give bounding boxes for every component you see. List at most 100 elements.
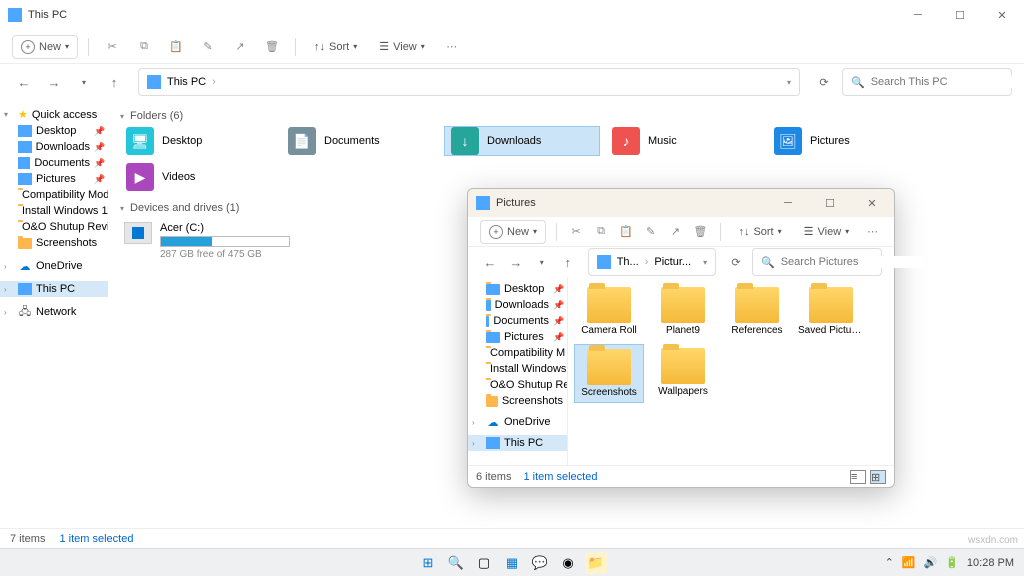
recent-button[interactable]: ▾	[72, 78, 96, 87]
child-close-button[interactable]: ✕	[858, 197, 886, 210]
start-icon[interactable]: ⊞	[417, 552, 439, 574]
widgets-icon[interactable]: ▦	[501, 552, 523, 574]
child-view-button[interactable]: ☰ View ▾	[796, 221, 858, 242]
folder-pictures[interactable]: 🖼Pictures	[768, 126, 924, 156]
this-pc-icon	[8, 8, 22, 22]
sidebar-item[interactable]: Downloads📌	[0, 139, 108, 155]
search-taskbar-icon[interactable]: 🔍	[445, 552, 467, 574]
sidebar-item[interactable]: Pictures📌	[0, 171, 108, 187]
folder-downloads[interactable]: ↓Downloads	[444, 126, 600, 156]
folders-group-header[interactable]: ▾Folders (6)	[120, 110, 1012, 122]
child-address-bar[interactable]: Th... › Pictur... ▾	[588, 248, 716, 276]
search-box[interactable]: 🔍	[842, 68, 1012, 96]
taskview-icon[interactable]: ▢	[473, 552, 495, 574]
refresh-button[interactable]: ⟳	[726, 256, 746, 269]
child-sidebar-onedrive[interactable]: ›☁OneDrive	[468, 413, 567, 431]
child-sidebar-item[interactable]: Screenshots	[468, 393, 567, 409]
drive-c[interactable]: Acer (C:) 287 GB free of 475 GB	[120, 218, 320, 264]
delete-icon[interactable]: 🗑	[259, 40, 285, 53]
more-icon[interactable]: ⋯	[439, 40, 465, 53]
clock[interactable]: 10:28 PM	[967, 557, 1014, 569]
volume-icon[interactable]: 🔊	[924, 556, 938, 569]
picture-folder[interactable]: Wallpapers	[648, 344, 718, 403]
sidebar-quick-access[interactable]: ▾★Quick access	[0, 106, 108, 123]
battery-icon[interactable]: 🔋	[945, 556, 959, 569]
copy-icon[interactable]: ⧉	[592, 225, 611, 238]
folder-documents[interactable]: 📄Documents	[282, 126, 438, 156]
picture-folder[interactable]: Screenshots	[574, 344, 644, 403]
refresh-button[interactable]: ⟳	[812, 76, 836, 89]
folder-videos[interactable]: ▶Videos	[120, 162, 276, 192]
child-sort-button[interactable]: ↑↓ Sort ▾	[730, 222, 789, 242]
addr-dropdown-icon[interactable]: ▾	[787, 78, 791, 87]
forward-button[interactable]: →	[42, 75, 66, 90]
child-sidebar-item[interactable]: Compatibility M	[468, 345, 567, 361]
minimize-button[interactable]: ─	[904, 9, 932, 22]
child-sidebar-item[interactable]: Desktop📌	[468, 281, 567, 297]
wifi-icon[interactable]: 📶	[902, 556, 916, 569]
picture-folder[interactable]: References	[722, 283, 792, 340]
sidebar-item[interactable]: O&O Shutup Reviev	[0, 219, 108, 235]
cut-icon[interactable]: ✂	[567, 225, 586, 238]
chevron-up-icon[interactable]: ⌃	[885, 556, 894, 569]
pin-icon: 📌	[553, 316, 563, 327]
back-button[interactable]: ←	[480, 255, 500, 270]
picture-folder[interactable]: Camera Roll	[574, 283, 644, 340]
child-sidebar-item[interactable]: Install Windows	[468, 361, 567, 377]
child-titlebar[interactable]: Pictures ─ ☐ ✕	[468, 189, 894, 217]
maximize-button[interactable]: ☐	[946, 9, 974, 22]
main-statusbar: 7 items 1 item selected	[0, 528, 1024, 548]
main-titlebar[interactable]: This PC ─ ☐ ✕	[0, 0, 1024, 30]
child-sidebar-item[interactable]: Pictures📌	[468, 329, 567, 345]
folder-desktop[interactable]: 🖥Desktop	[120, 126, 276, 156]
sidebar-this-pc[interactable]: ›This PC	[0, 281, 108, 297]
search-input[interactable]	[871, 76, 1013, 88]
rename-icon[interactable]: ✎	[195, 40, 221, 53]
copy-icon[interactable]: ⧉	[131, 40, 157, 53]
share-icon[interactable]: ↗	[666, 225, 685, 238]
child-maximize-button[interactable]: ☐	[816, 197, 844, 210]
sidebar-item[interactable]: Install Windows 11	[0, 203, 108, 219]
up-button[interactable]: ↑	[102, 75, 126, 90]
back-button[interactable]: ←	[12, 75, 36, 90]
chrome-icon[interactable]: ◉	[557, 552, 579, 574]
address-bar[interactable]: This PC › ▾	[138, 68, 800, 96]
forward-button[interactable]: →	[506, 255, 526, 270]
rename-icon[interactable]: ✎	[641, 225, 660, 238]
picture-folder[interactable]: Planet9	[648, 283, 718, 340]
sidebar-item[interactable]: Compatibility Mode	[0, 187, 108, 203]
folder-icon	[809, 287, 853, 323]
child-minimize-button[interactable]: ─	[774, 197, 802, 210]
up-button[interactable]: ↑	[558, 255, 578, 270]
sidebar-item[interactable]: Desktop📌	[0, 123, 108, 139]
folder-music[interactable]: ♪Music	[606, 126, 762, 156]
child-search-box[interactable]: 🔍	[752, 248, 882, 276]
child-search-input[interactable]	[781, 256, 923, 268]
child-new-button[interactable]: +New▾	[480, 220, 546, 244]
recent-button[interactable]: ▾	[532, 258, 552, 267]
chat-icon[interactable]: 💬	[529, 552, 551, 574]
cut-icon[interactable]: ✂	[99, 40, 125, 53]
child-sidebar-item[interactable]: O&O Shutup Rev	[468, 377, 567, 393]
share-icon[interactable]: ↗	[227, 40, 253, 53]
child-sidebar-item[interactable]: Documents📌	[468, 313, 567, 329]
new-button[interactable]: +New▾	[12, 35, 78, 59]
sidebar-item[interactable]: Screenshots	[0, 235, 108, 251]
picture-folder[interactable]: Saved Pictures	[796, 283, 866, 340]
child-sidebar-item[interactable]: Downloads📌	[468, 297, 567, 313]
paste-icon[interactable]: 📋	[163, 40, 189, 53]
explorer-taskbar-icon[interactable]: 📁	[585, 552, 607, 574]
close-button[interactable]: ✕	[988, 9, 1016, 22]
grid-view-icon[interactable]: ⊞	[870, 470, 886, 484]
sidebar-network[interactable]: ›🖧Network	[0, 303, 108, 321]
system-tray[interactable]: ⌃ 📶 🔊 🔋 10:28 PM	[885, 556, 1024, 569]
sidebar-onedrive[interactable]: ›☁OneDrive	[0, 257, 108, 275]
paste-icon[interactable]: 📋	[616, 225, 635, 238]
delete-icon[interactable]: 🗑	[691, 225, 710, 238]
details-view-icon[interactable]: ≡	[850, 470, 866, 484]
view-button[interactable]: ☰ View ▾	[371, 36, 433, 57]
child-sidebar-this-pc[interactable]: ›This PC	[468, 435, 567, 451]
sort-button[interactable]: ↑↓ Sort ▾	[306, 37, 365, 57]
sidebar-item[interactable]: Documents📌	[0, 155, 108, 171]
more-icon[interactable]: ⋯	[863, 225, 882, 238]
